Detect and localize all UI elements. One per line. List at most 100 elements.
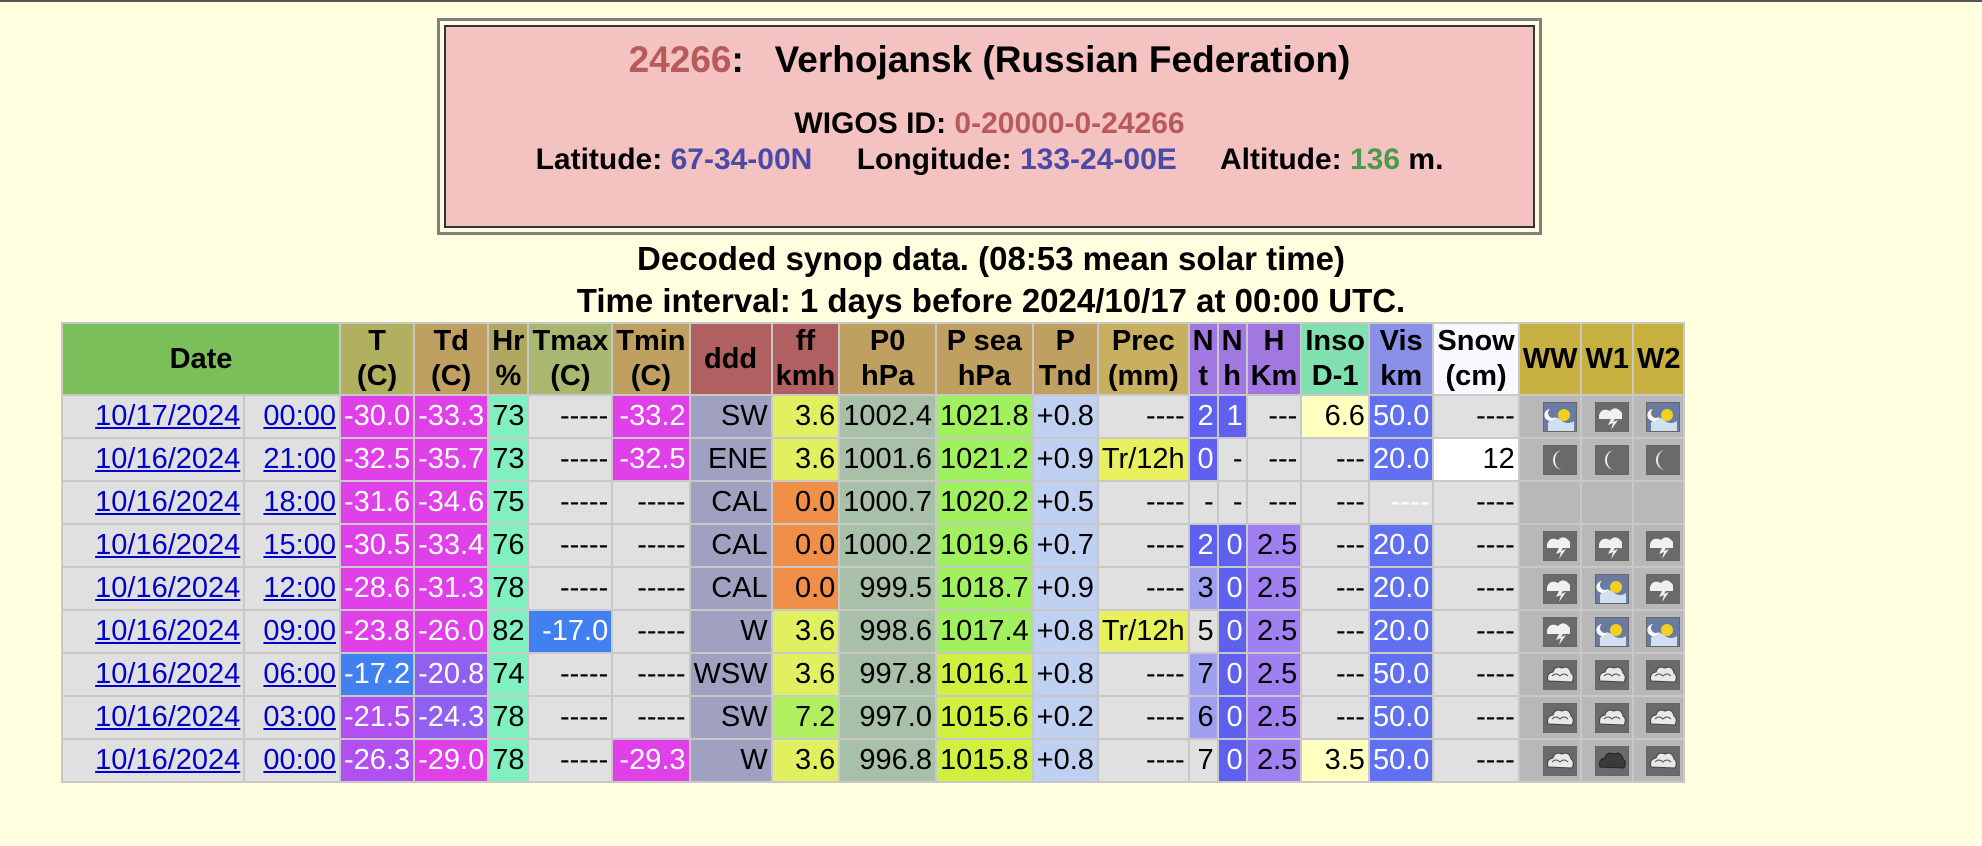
cloud-icon <box>1594 703 1629 734</box>
table-row: 10/16/2024 09:00 -23.8 -26.0 82 -17.0 ----- W 3.… <box>63 611 1684 652</box>
table-cell: -28.6 <box>341 568 414 609</box>
latitude-label: Latitude: <box>535 143 663 176</box>
column-header: Tmin (C) <box>613 324 689 394</box>
table-cell: 6 <box>1189 697 1217 738</box>
table-cell: +0.9 <box>1033 568 1097 609</box>
time-link[interactable]: 15:00 <box>263 529 336 561</box>
moon-sun-icon <box>1594 574 1629 605</box>
table-cell: -32.5 <box>613 439 689 480</box>
table-cell: -33.4 <box>415 525 488 566</box>
column-header-line1: Date <box>169 342 233 375</box>
table-cell: 74 <box>489 654 528 695</box>
table-cell: 0.0 <box>772 482 839 523</box>
table-row: 10/16/2024 18:00 -31.6 -34.6 75 ----- ----- CAL… <box>63 482 1684 523</box>
table-cell: 1019.6 <box>936 525 1032 566</box>
station-sep: : <box>731 39 744 80</box>
altitude-label: Altitude: <box>1220 143 1342 176</box>
table-cell: 3.6 <box>772 654 839 695</box>
column-header: W2 <box>1633 324 1684 394</box>
table-cell: 1017.4 <box>936 611 1032 652</box>
table-cell: CAL <box>690 568 771 609</box>
date-link[interactable]: 10/16/2024 <box>95 615 240 647</box>
weather-icon-cell <box>1519 611 1581 652</box>
column-header-line2: kmh <box>775 360 836 392</box>
date-link[interactable]: 10/16/2024 <box>95 744 240 776</box>
date-link[interactable]: 10/16/2024 <box>95 529 240 561</box>
table-cell: Tr/12h <box>1098 439 1188 480</box>
decoded-heading: Decoded synop data. (08:53 mean solar ti… <box>637 240 1345 277</box>
table-cell: 2.5 <box>1247 654 1301 695</box>
table-row: 10/16/2024 12:00 -28.6 -31.3 78 ----- ----- CAL… <box>63 568 1684 609</box>
synop-table: Date T (C) Td (C) Hr% Tmax (C) Tmin (C) ddd ff kmh P0… <box>61 322 1686 783</box>
table-row: 10/16/2024 06:00 -17.2 -20.8 74 ----- ----- WSW… <box>63 654 1684 695</box>
weather-icon-cell <box>1582 654 1632 695</box>
date-link[interactable]: 10/16/2024 <box>95 701 240 733</box>
table-cell: 20.0 <box>1369 611 1433 652</box>
column-header: Date <box>63 324 339 394</box>
table-cell: --- <box>1247 439 1301 480</box>
time-cell: 06:00 <box>245 654 339 695</box>
table-cell: ---- <box>1434 611 1518 652</box>
column-header: ddd <box>690 324 771 394</box>
time-link[interactable]: 06:00 <box>263 658 336 690</box>
column-header-line1: W1 <box>1585 342 1629 375</box>
table-cell: -31.6 <box>341 482 414 523</box>
coordinates-line: Latitude: 67-34-00N Longitude: 133-24-00… <box>446 142 1533 178</box>
weather-icon-cell <box>1519 482 1581 523</box>
table-cell: ----- <box>613 568 689 609</box>
date-link[interactable]: 10/16/2024 <box>95 572 240 604</box>
column-header-line1: ddd <box>704 342 758 375</box>
date-cell: 10/16/2024 <box>63 439 244 480</box>
weather-icon-cell <box>1582 740 1632 781</box>
time-link[interactable]: 12:00 <box>263 572 336 604</box>
time-link[interactable]: 18:00 <box>263 486 336 518</box>
date-link[interactable]: 10/17/2024 <box>95 400 240 432</box>
table-cell: ----- <box>529 439 612 480</box>
weather-icon-cell <box>1633 568 1684 609</box>
storm-night-icon <box>1646 574 1681 605</box>
table-cell: -33.3 <box>415 396 488 437</box>
cloud-icon <box>1646 703 1681 734</box>
column-header-line2: (C) <box>431 360 472 392</box>
time-link[interactable]: 09:00 <box>263 615 336 647</box>
column-header: Td (C) <box>415 324 488 394</box>
date-link[interactable]: 10/16/2024 <box>95 658 240 690</box>
column-header: Tmax (C) <box>529 324 612 394</box>
table-cell: 0 <box>1218 525 1246 566</box>
station-name: Verhojansk (Russian Federation) <box>774 39 1351 80</box>
table-cell: 996.8 <box>840 740 935 781</box>
table-row: 10/16/2024 21:00 -32.5 -35.7 73 ----- -32.5 ENE… <box>63 439 1684 480</box>
table-cell: 78 <box>489 697 528 738</box>
table-cell: 3.6 <box>772 439 839 480</box>
table-cell: ----- <box>529 697 612 738</box>
table-cell: 0 <box>1218 568 1246 609</box>
table-cell: 76 <box>489 525 528 566</box>
column-header: H Km <box>1247 324 1301 394</box>
table-cell: SW <box>690 697 771 738</box>
column-header-line1: WW <box>1522 342 1578 375</box>
table-cell: 3 <box>1189 568 1217 609</box>
table-cell: ---- <box>1434 525 1518 566</box>
table-cell: W <box>690 611 771 652</box>
altitude-value: 136 <box>1350 143 1401 176</box>
column-header-line1: N <box>1192 325 1214 357</box>
time-link[interactable]: 03:00 <box>263 701 336 733</box>
table-cell: -30.5 <box>341 525 414 566</box>
table-cell: 5 <box>1189 611 1217 652</box>
table-cell: --- <box>1302 654 1368 695</box>
date-cell: 10/16/2024 <box>63 611 244 652</box>
dark-cloud-icon <box>1594 746 1629 777</box>
time-link[interactable]: 00:00 <box>263 400 336 432</box>
table-cell: -23.8 <box>341 611 414 652</box>
date-link[interactable]: 10/16/2024 <box>95 443 240 475</box>
table-cell: 1021.2 <box>936 439 1032 480</box>
time-link[interactable]: 00:00 <box>263 744 336 776</box>
table-cell: 0.0 <box>772 568 839 609</box>
column-header-line2: (C) <box>630 360 672 392</box>
column-header: Prec (mm) <box>1098 324 1188 394</box>
date-link[interactable]: 10/16/2024 <box>95 486 240 518</box>
weather-icon-cell <box>1519 525 1581 566</box>
table-cell: 75 <box>489 482 528 523</box>
time-link[interactable]: 21:00 <box>263 443 336 475</box>
column-header-line2: (C) <box>550 360 591 392</box>
